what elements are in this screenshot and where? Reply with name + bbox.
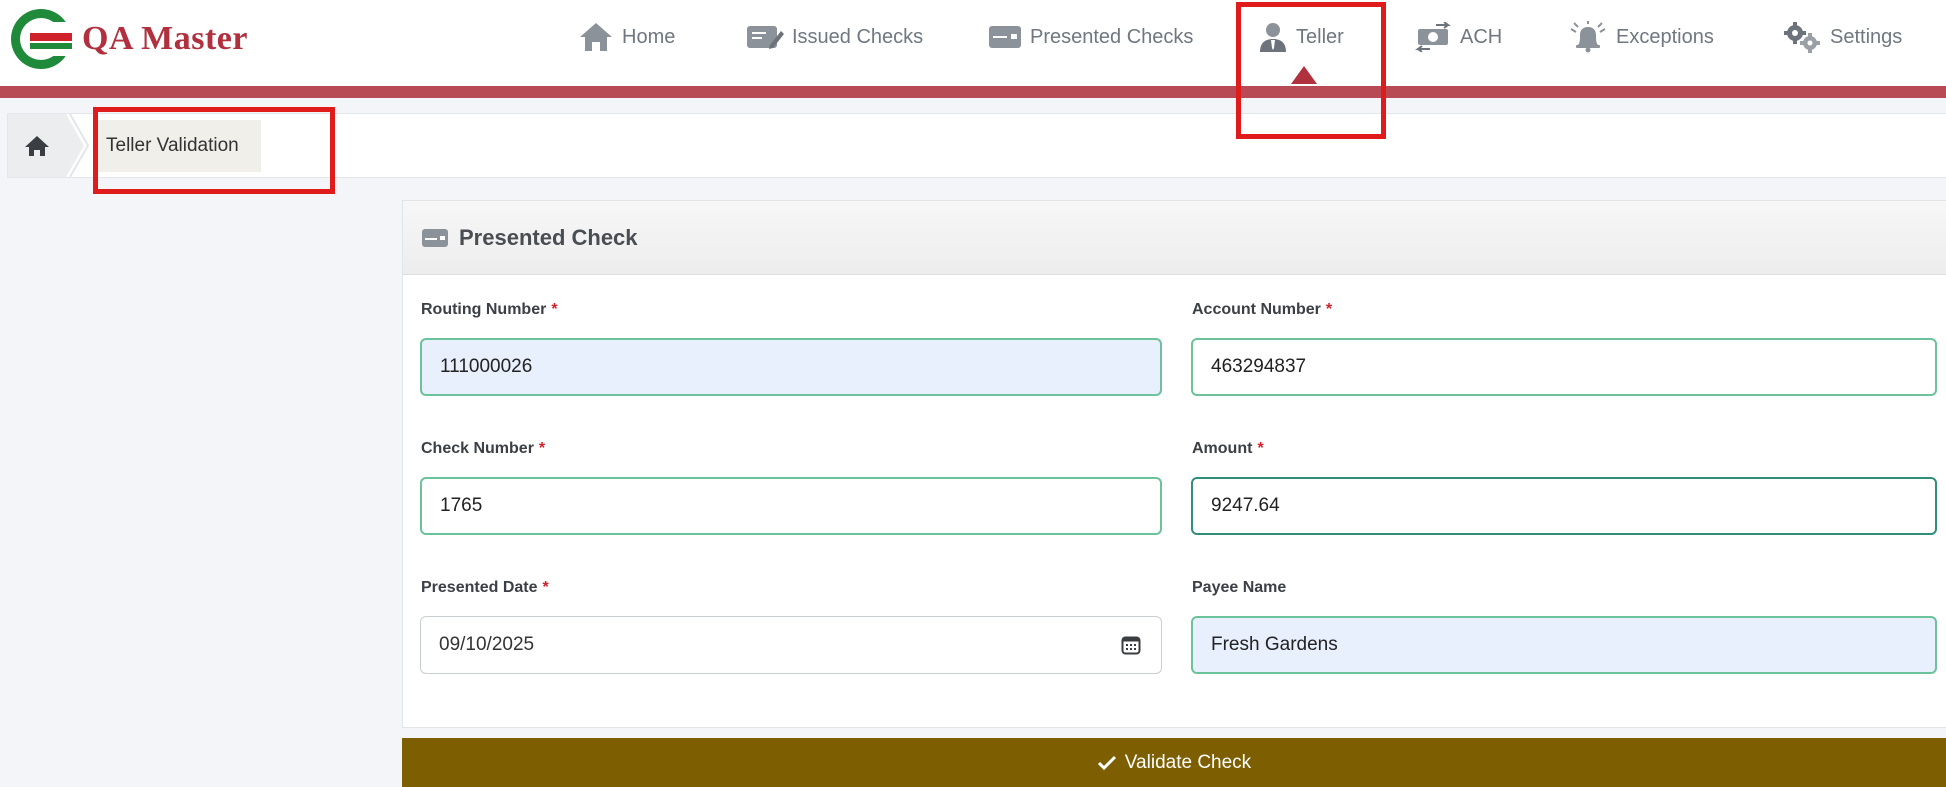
nav-home[interactable]: Home (578, 14, 675, 60)
checkmark-icon (1097, 755, 1116, 770)
panel-header: Presented Check (403, 201, 1946, 275)
account-number-value: 463294837 (1211, 356, 1307, 377)
nav-ach-label: ACH (1460, 25, 1503, 48)
nav-ach[interactable]: ACH (1414, 14, 1502, 60)
alert-bell-icon (1570, 21, 1606, 53)
brand-name: QA Master (82, 20, 248, 57)
payee-name-label-text: Payee Name (1192, 579, 1287, 596)
amount-value: 9247.64 (1211, 495, 1280, 516)
nav-exceptions-label: Exceptions (1616, 25, 1714, 48)
required-marker: * (551, 301, 558, 318)
required-marker: * (1257, 440, 1264, 457)
presented-date-value: 09/10/2025 (439, 634, 535, 655)
amount-label-text: Amount (1192, 440, 1253, 457)
check-card-icon (989, 26, 1021, 48)
nav-issued-checks[interactable]: Issued Checks (746, 14, 923, 60)
nav-presented-checks-label: Presented Checks (1030, 25, 1194, 48)
check-number-value: 1765 (440, 495, 483, 516)
required-marker: * (542, 579, 549, 596)
edit-check-icon (747, 26, 784, 49)
presented-date-label-text: Presented Date (421, 579, 538, 596)
transfer-icon (1415, 22, 1451, 52)
breadcrumb-home[interactable] (8, 114, 66, 177)
qa-master-logo-icon (11, 9, 72, 69)
nav-settings-label: Settings (1830, 25, 1903, 48)
account-number-label: Account Number * (1192, 301, 1332, 319)
check-number-input[interactable]: 1765 (420, 477, 1162, 535)
routing-number-value: 111000026 (440, 356, 533, 377)
gears-icon (1784, 22, 1820, 53)
payee-name-input[interactable]: Fresh Gardens (1191, 616, 1937, 674)
amount-input[interactable]: 9247.64 (1191, 477, 1937, 535)
presented-date-label: Presented Date * (421, 579, 549, 597)
validate-check-label: Validate Check (1124, 751, 1252, 773)
required-marker: * (1325, 301, 1333, 318)
payee-name-value: Fresh Gardens (1211, 634, 1338, 655)
calendar-icon[interactable] (1121, 635, 1141, 655)
required-marker: * (538, 440, 546, 457)
check-card-icon (422, 228, 448, 247)
home-icon (580, 23, 612, 51)
account-number-label-text: Account Number (1192, 301, 1321, 318)
presented-check-panel: Presented Check Routing Number * 11100002… (402, 200, 1946, 728)
top-navbar: QA Master Home Issued Checks Presented C… (0, 0, 1946, 86)
check-number-label-text: Check Number (421, 440, 534, 457)
panel-title: Presented Check (459, 224, 638, 250)
header-accent-bar (0, 86, 1946, 98)
nav-issued-checks-label: Issued Checks (792, 25, 924, 48)
routing-number-label: Routing Number * (421, 301, 558, 319)
account-number-input[interactable]: 463294837 (1191, 338, 1937, 396)
nav-settings[interactable]: Settings (1782, 14, 1902, 60)
home-icon (25, 135, 49, 156)
validate-check-button[interactable]: Validate Check (402, 738, 1946, 787)
brand-logo[interactable]: QA Master (10, 8, 248, 70)
nav-presented-checks[interactable]: Presented Checks (988, 14, 1193, 60)
check-number-label: Check Number * (421, 440, 545, 458)
routing-number-label-text: Routing Number (421, 301, 547, 318)
nav-exceptions[interactable]: Exceptions (1568, 14, 1714, 60)
annotation-box-teller (1236, 2, 1386, 139)
routing-number-input[interactable]: 111000026 (420, 338, 1162, 396)
breadcrumb-chevron-icon (69, 114, 90, 177)
presented-date-input[interactable]: 09/10/2025 (420, 616, 1162, 674)
annotation-box-breadcrumb (93, 107, 335, 194)
amount-label: Amount * (1192, 440, 1264, 458)
nav-home-label: Home (622, 25, 676, 48)
payee-name-label: Payee Name (1192, 579, 1286, 597)
